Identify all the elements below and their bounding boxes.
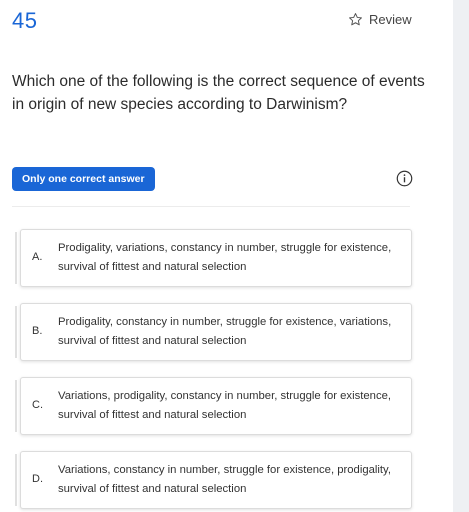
option-letter: D. [32, 473, 43, 485]
option-a[interactable]: A. Prodigality, variations, constancy in… [15, 229, 412, 287]
option-letter: C. [32, 399, 43, 411]
option-text: Prodigality, variations, constancy in nu… [58, 242, 392, 273]
option-text: Prodigality, constancy in number, strugg… [58, 316, 392, 347]
divider [12, 206, 410, 207]
option-text: Variations, prodigality, constancy in nu… [58, 390, 392, 421]
review-button[interactable]: Review [348, 12, 412, 27]
option-letter: B. [32, 325, 43, 337]
question-text: Which one of the following is the correc… [12, 73, 425, 113]
option-c[interactable]: C. Variations, prodigality, constancy in… [15, 377, 412, 435]
option-text: Variations, constancy in number, struggl… [58, 464, 392, 495]
star-outline-icon [348, 12, 363, 27]
info-icon[interactable] [396, 170, 413, 192]
scrollbar-track [453, 0, 469, 512]
option-b[interactable]: B. Prodigality, constancy in number, str… [15, 303, 412, 361]
option-letter: A. [32, 251, 43, 263]
review-label: Review [369, 12, 412, 27]
option-d[interactable]: D. Variations, constancy in number, stru… [15, 451, 412, 509]
question-number: 45 [12, 8, 38, 33]
answer-type-badge: Only one correct answer [12, 167, 155, 191]
